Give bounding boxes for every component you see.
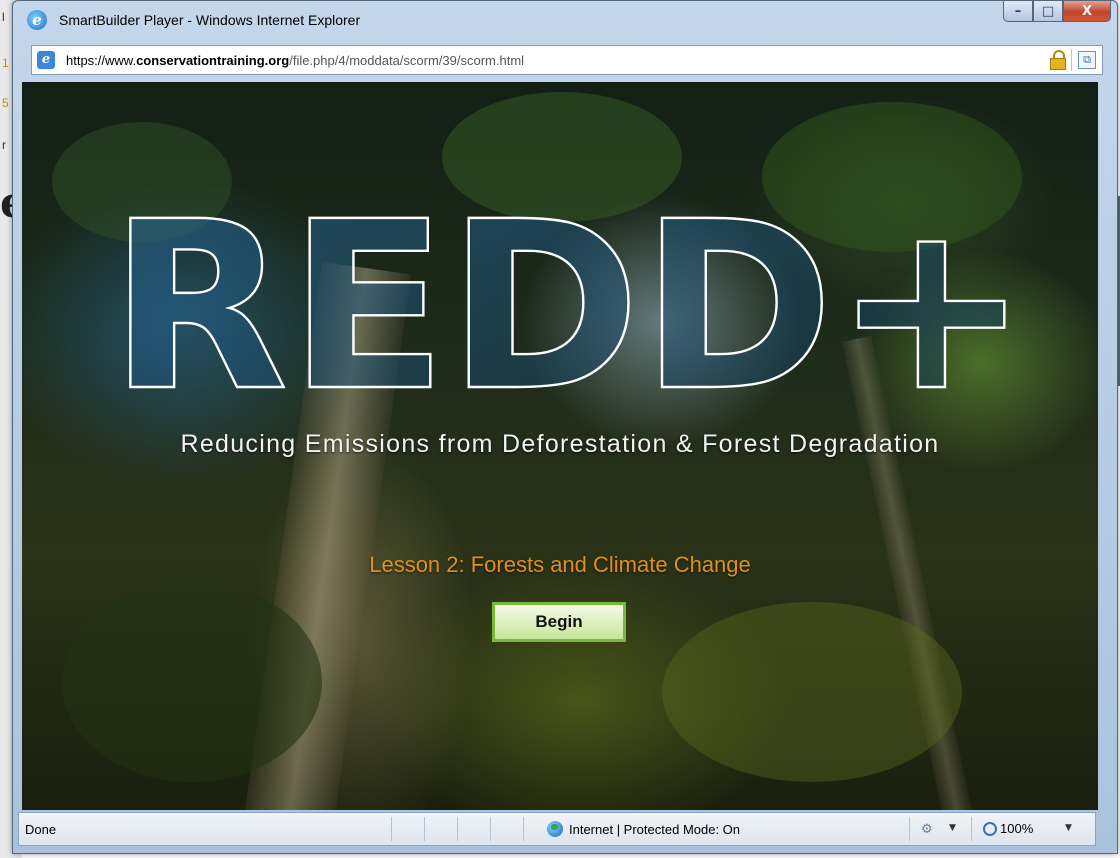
logo-subtitle: Reducing Emissions from Deforestation & …: [180, 430, 940, 458]
foliage: [662, 602, 962, 782]
scorm-content: REDD+ Reducing Emissions from Deforestat…: [22, 82, 1098, 810]
zoom-icon: [983, 821, 997, 836]
url-scheme: https://www.: [66, 53, 137, 68]
zoom-control[interactable]: 100%: [983, 821, 1033, 836]
url-text[interactable]: https://www.conservationtraining.org/fil…: [66, 53, 524, 68]
background-text-fragment: 1: [2, 56, 9, 70]
logo-text: REDD+: [109, 182, 1029, 412]
compat-view-icon[interactable]: ⧉: [1078, 51, 1096, 69]
redd-plus-logo: REDD+: [108, 182, 1030, 412]
lock-icon[interactable]: [1050, 50, 1066, 70]
foliage: [62, 582, 322, 782]
window-controls: – □ X: [1003, 1, 1111, 23]
zoom-dropdown-icon[interactable]: ▼: [1065, 823, 1072, 833]
background-text-fragment: 5: [2, 96, 9, 110]
address-separator: [1071, 49, 1072, 71]
title-bar[interactable]: e SmartBuilder Player - Windows Internet…: [13, 1, 1117, 41]
minimize-button[interactable]: –: [1003, 1, 1033, 22]
url-path: /file.php/4/moddata/scorm/39/scorm.html: [289, 53, 525, 68]
status-separator: [971, 817, 972, 841]
url-domain: conservationtraining.org: [136, 53, 290, 68]
maximize-button[interactable]: □: [1033, 1, 1063, 22]
globe-icon: [547, 821, 563, 837]
close-button[interactable]: X: [1063, 1, 1111, 22]
chevron-down-icon[interactable]: ▼: [949, 823, 956, 833]
status-dividers: [359, 817, 539, 841]
address-bar[interactable]: e https://www.conservationtraining.org/f…: [31, 45, 1103, 75]
window-title: SmartBuilder Player - Windows Internet E…: [59, 12, 361, 28]
security-zone[interactable]: Internet | Protected Mode: On: [547, 821, 740, 837]
lesson-title: Lesson 2: Forests and Climate Change: [369, 552, 751, 577]
status-separator: [909, 817, 910, 841]
status-bar: Done Internet | Protected Mode: On ⚙ ▼ 1…: [18, 812, 1096, 846]
ie-icon[interactable]: e: [27, 10, 47, 30]
status-text: Done: [25, 822, 57, 837]
zoom-level: 100%: [1000, 821, 1034, 836]
zone-label: Internet | Protected Mode: On: [569, 821, 741, 837]
background-text-fragment: r: [2, 138, 6, 152]
begin-button[interactable]: Begin: [492, 602, 626, 642]
security-zone-icon[interactable]: ⚙: [921, 822, 937, 837]
background-text-fragment: l: [2, 10, 5, 24]
page-icon: e: [37, 51, 55, 69]
